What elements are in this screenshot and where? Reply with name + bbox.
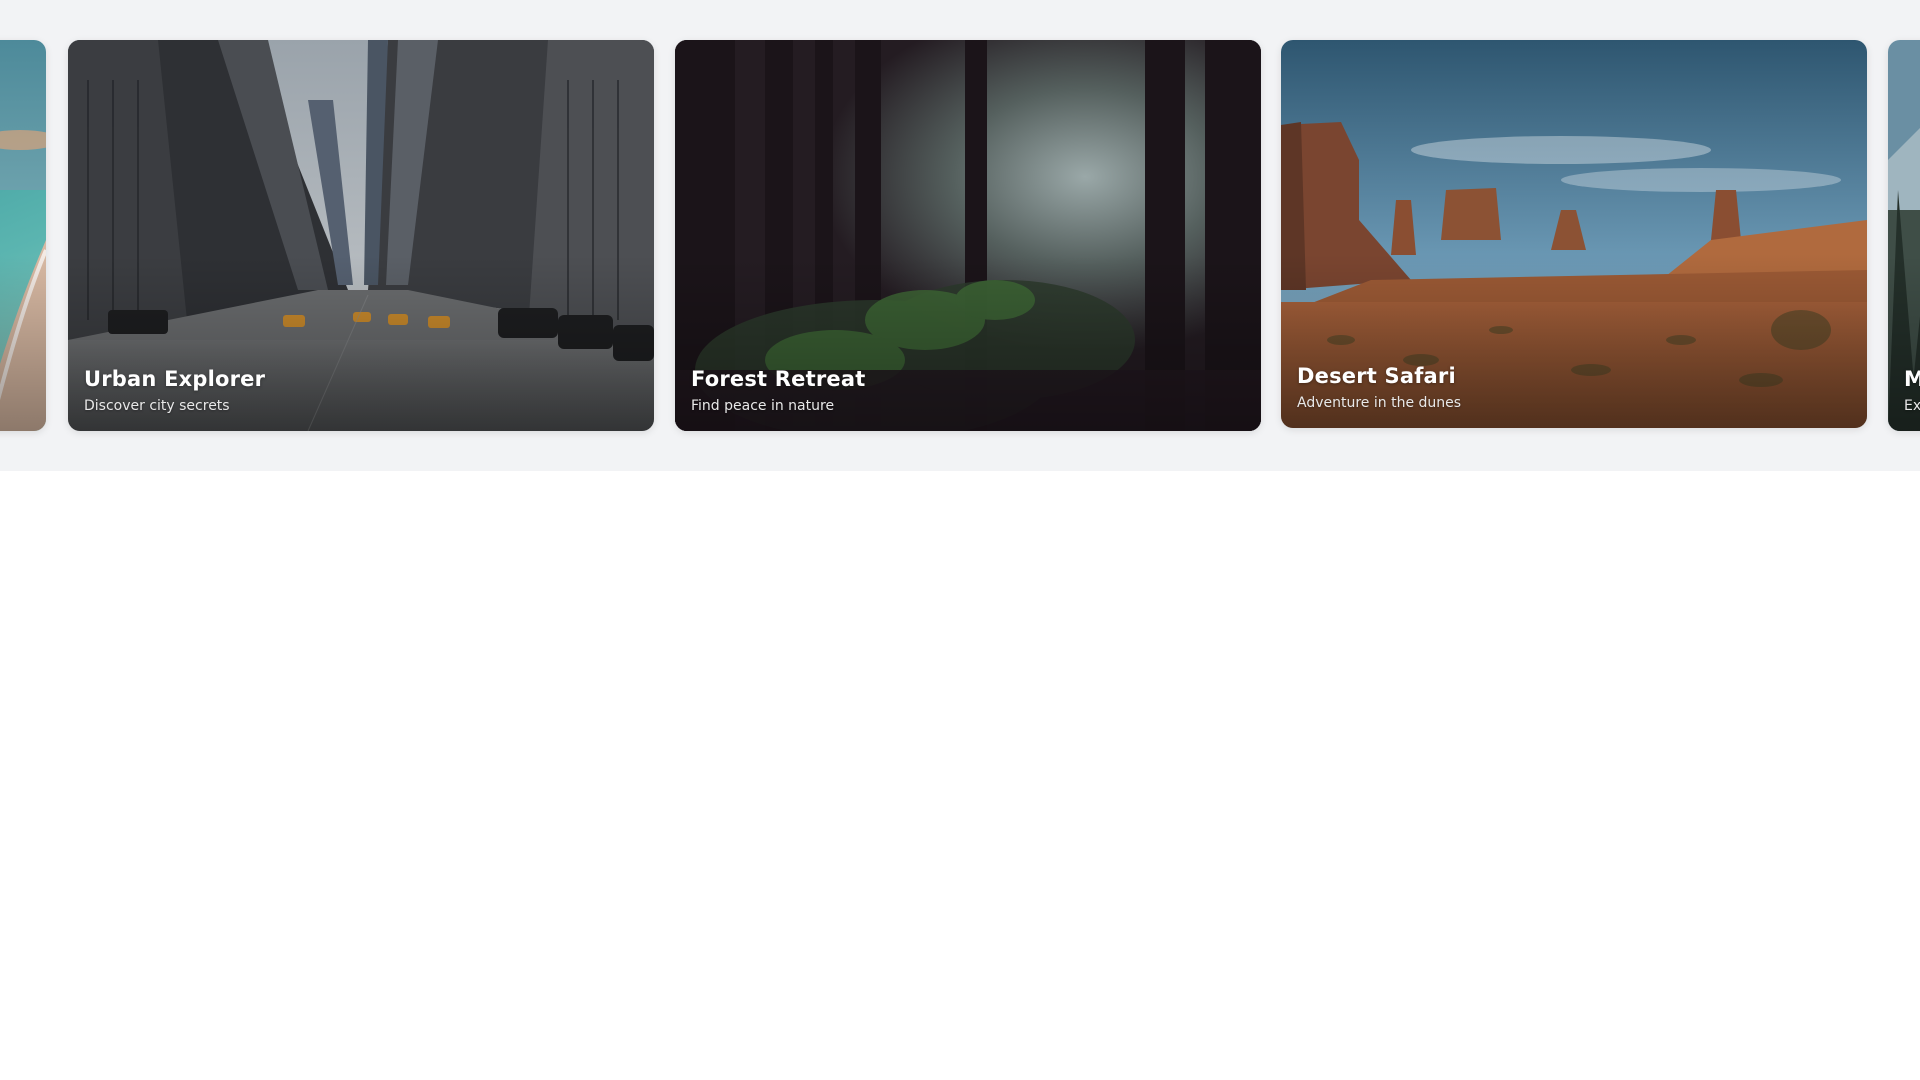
card-subtitle: Adventure in the dunes — [1297, 395, 1462, 411]
card-title: M — [1904, 367, 1920, 391]
destination-card-forest-retreat[interactable]: Forest Retreat Find peace in nature — [675, 40, 1261, 431]
card-title: Forest Retreat — [691, 367, 866, 391]
card-title: Desert Safari — [1297, 364, 1456, 388]
destination-card-urban-explorer[interactable]: Urban Explorer Discover city secrets — [68, 40, 654, 431]
destination-card-mountain[interactable]: M Ex — [1888, 40, 1920, 431]
card-subtitle: Find peace in nature — [691, 398, 835, 414]
card-caption: Urban Explorer Discover city secrets — [84, 366, 265, 415]
destination-card-desert-safari[interactable]: Desert Safari Adventure in the dunes — [1281, 40, 1867, 428]
carousel-track: Urban Explorer Discover city secrets For… — [0, 0, 1920, 471]
destination-carousel[interactable]: Urban Explorer Discover city secrets For… — [0, 0, 1920, 471]
card-subtitle: Discover city secrets — [84, 398, 230, 414]
card-caption: M Ex — [1904, 366, 1920, 415]
card-title: Urban Explorer — [84, 367, 266, 391]
card-caption: Desert Safari Adventure in the dunes — [1297, 363, 1461, 412]
destination-card-beach[interactable] — [0, 40, 46, 431]
card-subtitle: Ex — [1904, 398, 1920, 414]
card-caption: Forest Retreat Find peace in nature — [691, 366, 865, 415]
